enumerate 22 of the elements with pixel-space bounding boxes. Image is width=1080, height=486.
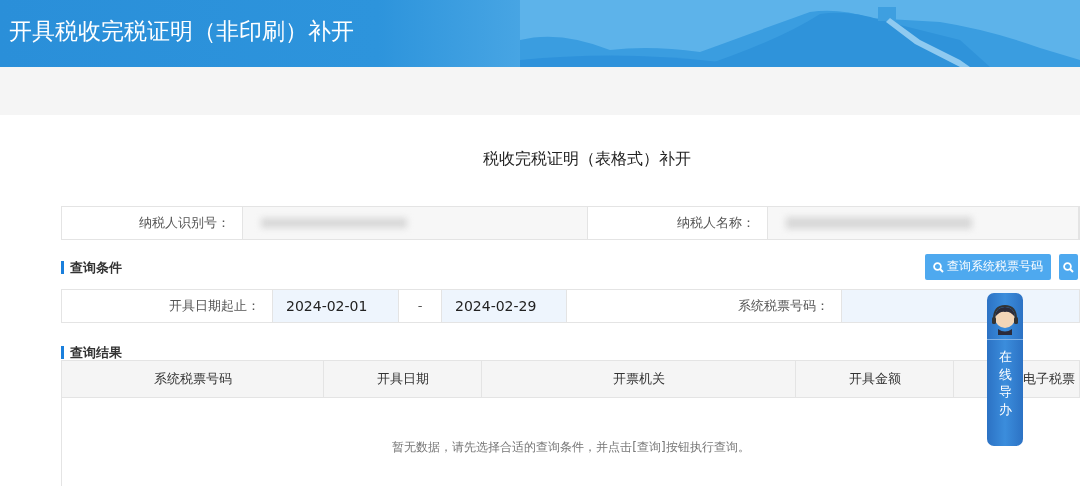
range-separator: -	[416, 297, 424, 316]
column-header: 开票机关	[612, 370, 665, 389]
field-label: 纳税人识别号：	[138, 214, 231, 233]
field-label: 开具日期起止：	[168, 297, 261, 316]
date-field[interactable]: 2024-02-29	[441, 290, 567, 322]
search-button[interactable]	[1059, 254, 1078, 280]
support-agent-icon	[990, 303, 1020, 335]
form-title: 税收完税证明（表格式）补开	[483, 149, 691, 168]
column-header: 系统税票号码	[153, 370, 232, 389]
page-title: 开具税收完税证明（非印刷）补开	[9, 17, 354, 46]
online-guide-button[interactable]: 在线导办	[987, 293, 1023, 446]
search-icon	[933, 261, 944, 273]
column-header: 开具金额	[848, 370, 901, 389]
column-header: 电子税票	[1023, 370, 1075, 389]
column-header: 开具日期	[376, 370, 429, 389]
date-field[interactable]: 2024-02-01	[272, 290, 399, 322]
field-label: 系统税票号码：	[737, 297, 830, 316]
empty-message: 暂无数据，请先选择合适的查询条件，并点击[查询]按钮执行查询。	[392, 439, 750, 456]
field-label: 纳税人名称：	[676, 214, 756, 233]
section-title: 查询条件	[61, 260, 122, 274]
search-icon	[1063, 261, 1074, 273]
widget-label: 在线导办	[998, 348, 1012, 419]
